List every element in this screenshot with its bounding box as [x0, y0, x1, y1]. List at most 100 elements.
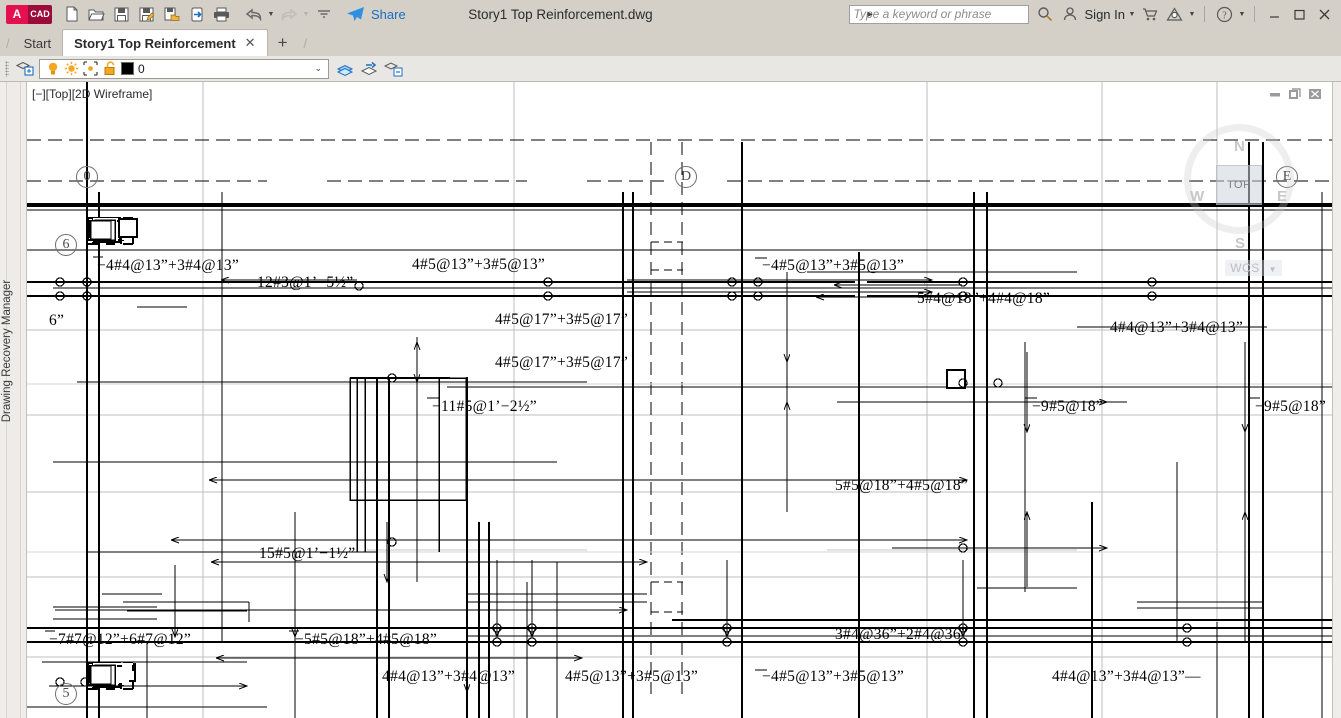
layer-previous-icon[interactable] — [381, 58, 405, 80]
rebar-annotation[interactable]: −4#5@13”+3#5@13” — [762, 668, 904, 686]
autodesk-app-icon[interactable] — [1162, 2, 1187, 26]
viewport-label[interactable]: [−][Top][2D Wireframe] — [32, 87, 152, 101]
new-file-icon[interactable] — [59, 2, 84, 26]
rebar-annotation[interactable]: 3#4@36”+2#4@36” — [835, 626, 968, 644]
search-icon[interactable] — [1033, 2, 1058, 26]
user-account-icon[interactable] — [1058, 2, 1083, 26]
rebar-annotation[interactable]: 5#5@18”+4#5@18” — [835, 477, 968, 495]
rebar-annotation[interactable]: 4#5@13”+3#5@13” — [565, 668, 698, 686]
redo-arrow-icon — [276, 2, 301, 26]
sun-icon[interactable] — [62, 60, 81, 78]
rebar-annotation[interactable]: −11#5@1’−2½” — [432, 398, 537, 416]
logo-letter-a: A — [6, 4, 28, 24]
viewport-close-icon[interactable] — [1308, 87, 1322, 106]
layer-properties-icon[interactable] — [13, 58, 37, 80]
apps-dropdown-arrow-icon[interactable]: ▼ — [1187, 11, 1197, 18]
close-button[interactable] — [1312, 0, 1337, 28]
close-icon[interactable]: ✕ — [245, 35, 256, 51]
rebar-annotation[interactable]: 4#4@13”+3#4@13”— — [1052, 668, 1201, 686]
title-bar: A CAD ▼ ▼ Share Type a keyword or phrase… — [0, 0, 1341, 28]
tab-separator: / — [6, 36, 10, 51]
layer-name-label: 0 — [138, 61, 145, 76]
rebar-annotation[interactable]: 12#3@1’−5½” — [257, 274, 353, 292]
viewport-restore-icon[interactable] — [1288, 87, 1302, 106]
help-icon[interactable]: ? — [1212, 2, 1237, 26]
tab-start[interactable]: Start — [13, 30, 62, 56]
rebar-annotation[interactable]: 4#5@17”+3#5@17” — [495, 311, 628, 329]
viewport-window-controls — [1268, 87, 1322, 106]
rebar-annotation[interactable]: 15#5@1’−1½” — [259, 545, 355, 563]
svg-text:?: ? — [1222, 10, 1227, 21]
view-cube[interactable]: N E S W TOP — [1184, 110, 1294, 252]
right-scroll-strip[interactable] — [1332, 82, 1341, 718]
drawing-recovery-manager-panel[interactable]: Drawing Recovery Manager — [0, 82, 27, 718]
rebar-annotation[interactable]: −9#5@18” — [1032, 398, 1103, 416]
layer-control-combobox[interactable]: 0 ⌄ — [39, 58, 329, 79]
tab-start-label: Start — [23, 35, 52, 51]
customize-quick-access-icon[interactable] — [311, 2, 336, 26]
share-button[interactable]: Share — [371, 7, 406, 22]
tab-story1-top-reinforcement[interactable]: Story1 Top Reinforcement ✕ — [62, 29, 268, 56]
logo-text-cad: CAD — [28, 4, 52, 24]
undo-dropdown-arrow-icon[interactable]: ▼ — [266, 11, 276, 18]
shopping-cart-icon[interactable] — [1137, 2, 1162, 26]
tab-separator: / — [303, 36, 308, 51]
rebar-annotation[interactable]: 6” — [49, 312, 64, 330]
compass-west-label: W — [1190, 188, 1205, 205]
grid-bubble-5-4[interactable]: 5 — [55, 683, 77, 705]
publish-icon[interactable] — [184, 2, 209, 26]
rebar-annotation[interactable]: 4#4@13”+3#4@13” — [1110, 319, 1243, 337]
compass-north-label: N — [1234, 138, 1245, 155]
autocad-logo: A CAD — [6, 4, 52, 24]
lightbulb-on-icon[interactable] — [43, 60, 62, 78]
chevron-down-icon[interactable]: ⌄ — [314, 63, 325, 74]
grid-bubble-6-0[interactable]: 6 — [55, 234, 77, 256]
view-cube-top-face[interactable]: TOP — [1216, 165, 1262, 205]
open-folder-icon[interactable] — [84, 2, 109, 26]
redo-dropdown-arrow-icon: ▼ — [302, 10, 310, 18]
layer-color-swatch[interactable] — [121, 62, 134, 75]
layer-state-icon[interactable] — [333, 58, 357, 80]
drawing-canvas[interactable]: [−][Top][2D Wireframe] N E S W TOP WCS ▼ — [27, 82, 1332, 718]
sign-in-dropdown-arrow-icon[interactable]: ▼ — [1127, 11, 1137, 18]
rebar-annotation[interactable]: −5#5@18”+4#5@18” — [295, 631, 437, 649]
chevron-down-icon: ▼ — [1268, 265, 1277, 274]
sign-in-button[interactable]: Sign In — [1085, 7, 1125, 22]
tab-active-label: Story1 Top Reinforcement — [74, 35, 236, 51]
compass-south-label: S — [1235, 235, 1246, 252]
share-icon[interactable] — [343, 2, 368, 26]
unlock-icon[interactable] — [100, 60, 119, 78]
compass-east-label: E — [1277, 188, 1288, 205]
undo-arrow-icon[interactable] — [241, 2, 266, 26]
file-tab-bar: / Start Story1 Top Reinforcement ✕ + / — [0, 28, 1341, 56]
save-icon[interactable] — [109, 2, 134, 26]
rebar-annotation[interactable]: 4#4@13”+3#4@13” — [382, 668, 515, 686]
minimize-button[interactable] — [1262, 0, 1287, 28]
maximize-button[interactable] — [1287, 0, 1312, 28]
layer-toolbar: 0 ⌄ — [0, 56, 1341, 82]
freeze-icon[interactable] — [81, 60, 100, 78]
ucs-selector[interactable]: WCS ▼ — [1225, 260, 1282, 276]
rebar-annotation[interactable]: −9#5@18” — [1255, 398, 1326, 416]
grid-bubble-0-9[interactable]: 0 — [76, 166, 98, 188]
divider — [1254, 6, 1255, 22]
rebar-annotation[interactable]: −4#4@13”+3#4@13” — [97, 257, 239, 275]
make-current-icon[interactable] — [357, 58, 381, 80]
save-as-icon[interactable] — [134, 2, 159, 26]
toolbar-grip[interactable] — [5, 60, 9, 77]
printer-icon[interactable] — [209, 2, 234, 26]
viewport-minimize-icon[interactable] — [1268, 87, 1282, 106]
rebar-annotation[interactable]: −4#5@13”+3#5@13” — [762, 257, 904, 275]
divider — [1204, 6, 1205, 22]
rebar-annotation[interactable]: 5#4@18”+4#4@18” — [917, 290, 1050, 308]
new-tab-button[interactable]: + — [268, 33, 298, 56]
help-dropdown-arrow-icon[interactable]: ▼ — [1237, 11, 1247, 18]
save-to-folder-icon[interactable] — [159, 2, 184, 26]
rebar-annotation[interactable]: −7#7@12”+6#7@12” — [49, 631, 191, 649]
grid-bubble-d-1[interactable]: D — [675, 166, 697, 188]
ucs-label: WCS — [1230, 261, 1260, 275]
titlebar-right-group: Type a keyword or phrase Sign In ▼ ▼ ? ▼ — [848, 0, 1341, 28]
search-input[interactable]: Type a keyword or phrase — [848, 4, 1029, 24]
rebar-annotation[interactable]: 4#5@17”+3#5@17” — [495, 354, 628, 372]
rebar-annotation[interactable]: 4#5@13”+3#5@13” — [412, 256, 545, 274]
